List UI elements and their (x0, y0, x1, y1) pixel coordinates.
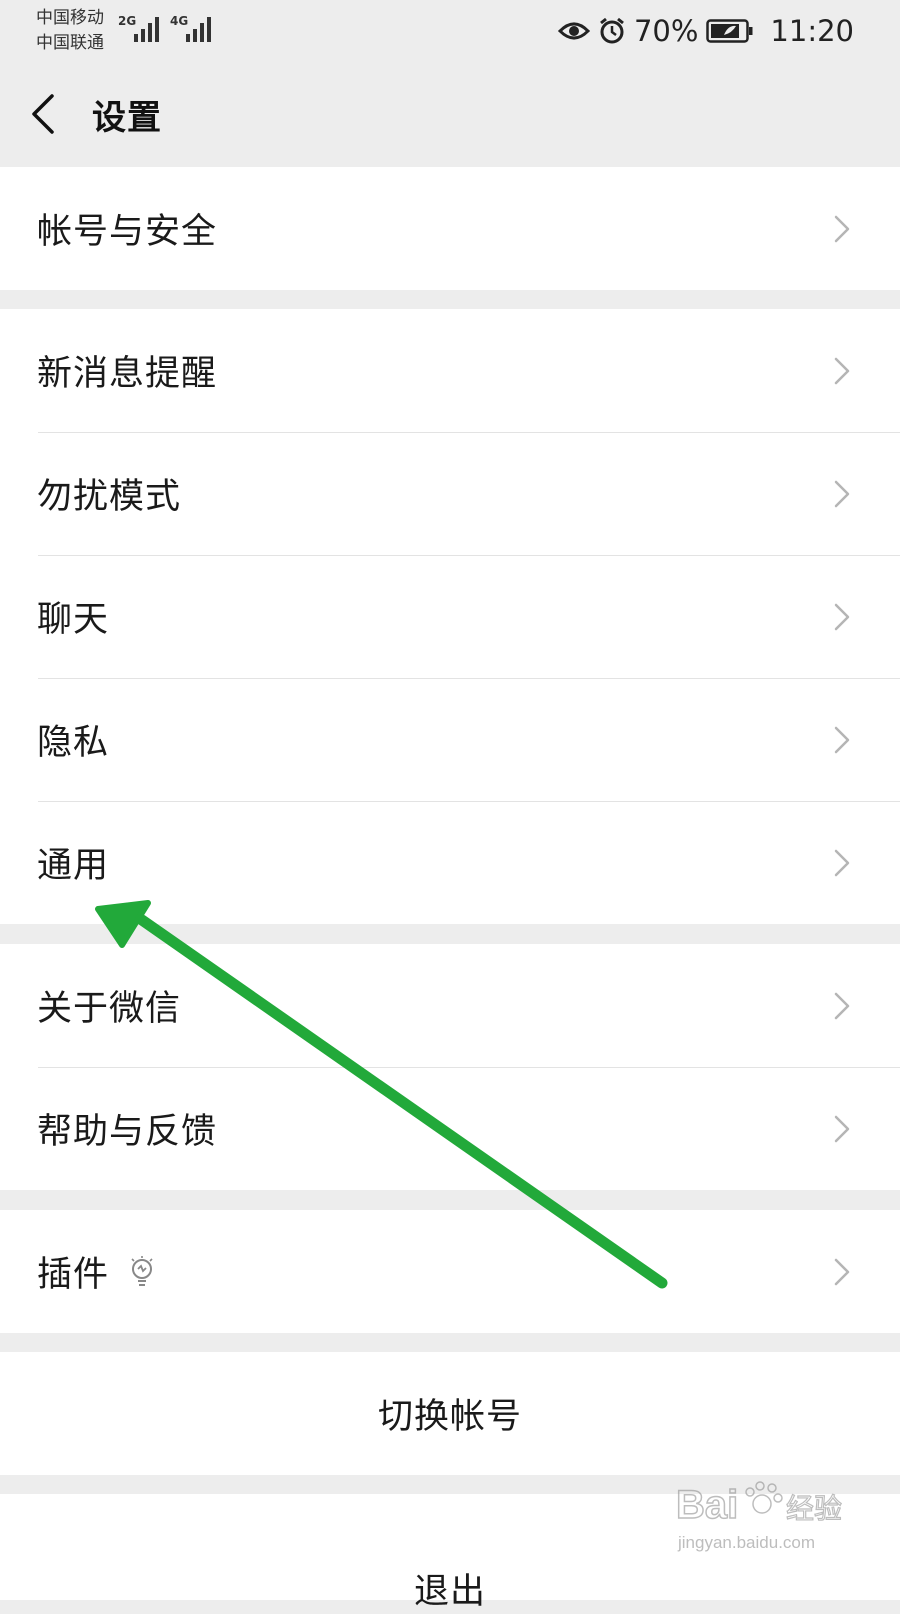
switch-account-button[interactable]: 切换帐号 (0, 1352, 900, 1475)
paw-icon (745, 1481, 783, 1514)
back-button[interactable] (22, 84, 72, 144)
baidu-jingyan-watermark: Bai 经验 jingyan.baidu.com (676, 1481, 843, 1552)
settings-item-label: 帐号与安全 (37, 212, 218, 252)
clock: 11:20 (770, 14, 854, 48)
settings-item-notifications[interactable]: 新消息提醒 (0, 309, 900, 432)
status-right: 70% 11:20 (557, 12, 854, 50)
chevron-right-icon (834, 992, 850, 1019)
settings-group-plugins: 插件 (0, 1210, 900, 1333)
settings-group-account: 帐号与安全 (0, 167, 900, 290)
settings-item-privacy[interactable]: 隐私 (0, 678, 900, 801)
settings-item-plugins[interactable]: 插件 (0, 1210, 900, 1333)
chevron-right-icon (834, 1258, 850, 1285)
settings-item-label: 帮助与反馈 (37, 1112, 218, 1152)
watermark-brand-cn: 经验 (786, 1492, 842, 1525)
chevron-right-icon (834, 603, 850, 630)
settings-item-account-security[interactable]: 帐号与安全 (0, 167, 900, 290)
settings-item-label: 隐私 (37, 723, 110, 763)
settings-group-about: 关于微信 帮助与反馈 (0, 944, 900, 1190)
settings-item-label: 勿扰模式 (37, 477, 182, 517)
chevron-right-icon (834, 215, 850, 242)
switch-account-label: 切换帐号 (377, 1397, 522, 1437)
chevron-right-icon (834, 1115, 850, 1142)
settings-item-label: 关于微信 (37, 989, 182, 1029)
logout-label: 退出 (413, 1572, 486, 1612)
chevron-right-icon (834, 849, 850, 876)
chevron-right-icon (834, 726, 850, 753)
settings-item-general[interactable]: 通用 (0, 801, 900, 924)
page-title: 设置 (92, 98, 162, 138)
signal-icon (186, 17, 211, 42)
settings-item-label: 插件 (37, 1255, 110, 1295)
signal-icon (134, 17, 159, 42)
lightbulb-icon (131, 1256, 153, 1286)
carrier-names: 中国移动 中国联通 (36, 6, 104, 56)
status-bar: 中国移动 中国联通 2G 4G 70% 11:20 (0, 0, 900, 62)
watermark-brand: Bai (676, 1483, 738, 1527)
settings-item-chat[interactable]: 聊天 (0, 555, 900, 678)
switch-account-section: 切换帐号 (0, 1352, 900, 1475)
chevron-left-icon (32, 94, 54, 134)
settings-item-label: 聊天 (37, 600, 110, 640)
settings-item-label: 新消息提醒 (37, 354, 218, 394)
chevron-right-icon (834, 480, 850, 507)
nav-header: 设置 (0, 62, 900, 166)
settings-group-main: 新消息提醒 勿扰模式 聊天 隐私 通用 (0, 309, 900, 924)
carrier-2: 中国联通 (36, 33, 104, 53)
eye-icon (557, 22, 590, 40)
settings-item-do-not-disturb[interactable]: 勿扰模式 (0, 432, 900, 555)
settings-item-help-feedback[interactable]: 帮助与反馈 (0, 1067, 900, 1190)
battery-icon (706, 19, 753, 43)
watermark-url: jingyan.baidu.com (677, 1533, 815, 1552)
settings-item-about-wechat[interactable]: 关于微信 (0, 944, 900, 1067)
carrier-1: 中国移动 (36, 8, 104, 28)
battery-percent: 70% (633, 14, 699, 48)
chevron-right-icon (834, 357, 850, 384)
settings-item-label: 通用 (37, 846, 110, 886)
alarm-icon (600, 17, 624, 44)
